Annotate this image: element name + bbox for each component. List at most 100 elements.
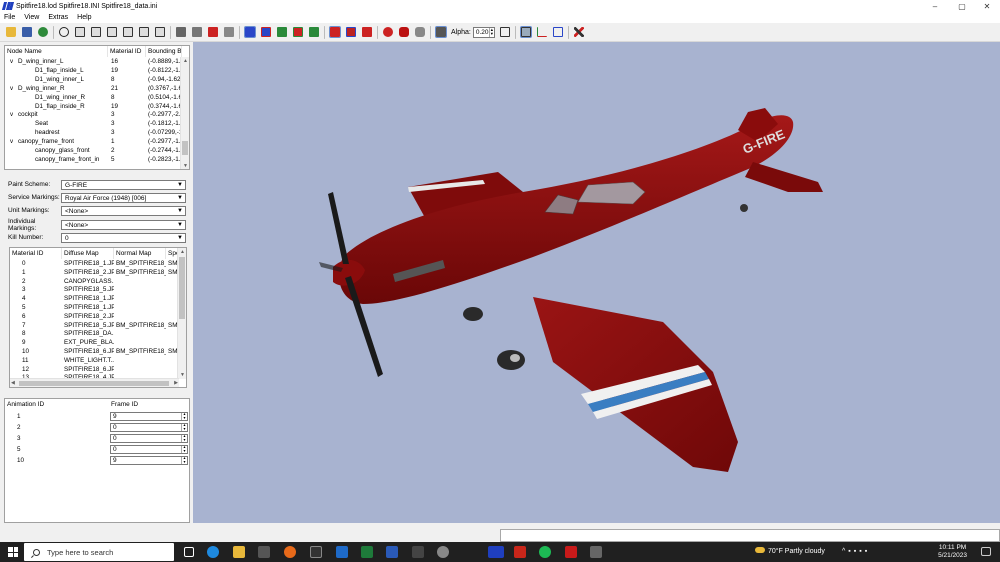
plane-red-icon[interactable] (382, 26, 394, 38)
material-row[interactable]: 8 SPITFIRE18_DA... (10, 329, 179, 338)
individual-markings-select[interactable]: <None> ▼ (61, 219, 186, 230)
acrobat-icon[interactable] (514, 546, 526, 558)
col-material-id[interactable]: Material ID (10, 248, 62, 259)
render-green-red-icon[interactable] (292, 26, 304, 38)
task-view-icon[interactable] (184, 547, 194, 557)
col-material-id[interactable]: Material ID (108, 46, 146, 57)
shade-gray2-icon[interactable] (191, 26, 203, 38)
expand-chevron-icon[interactable]: v (10, 110, 13, 119)
spinner-arrows-icon[interactable]: ▲ ▼ (181, 456, 187, 464)
tree-row[interactable]: v canopy_frame_front 1 (-0.2977,-1.1 (5, 137, 182, 146)
view-right-icon[interactable] (122, 26, 134, 38)
materials-list[interactable]: Material ID Diffuse Map Normal Map Spe 0… (9, 247, 187, 388)
taskbar-search[interactable]: Type here to search (24, 543, 174, 561)
material-row[interactable]: 11 WHITE_LIGHT.T... (10, 356, 179, 365)
grid-icon[interactable] (519, 26, 532, 38)
frame-id-input[interactable]: 0 ▲ ▼ (110, 434, 188, 443)
app-icon-small[interactable] (590, 546, 602, 558)
mcafee-icon[interactable] (565, 546, 577, 558)
textured-cube-icon[interactable] (329, 26, 341, 38)
tree-row[interactable]: v D_wing_inner_L 16 (-0.8889,-1.6 (5, 57, 182, 66)
service-markings-select[interactable]: Royal Air Force (1948) [006] ▼ (61, 192, 186, 203)
spinner-arrows-icon[interactable]: ▲ ▼ (181, 423, 187, 431)
pen-icon[interactable]: ▪ (865, 548, 870, 555)
material-row[interactable]: 3 SPITFIRE18_5.JPG (10, 285, 179, 294)
menu-file[interactable]: File (4, 14, 15, 21)
texture-icon[interactable] (37, 26, 49, 38)
frame-id-input[interactable]: 0 ▲ ▼ (110, 423, 188, 432)
calculator-icon[interactable] (412, 546, 424, 558)
col-normal-map[interactable]: Normal Map (114, 248, 166, 259)
close-button[interactable]: ✕ (974, 0, 1000, 12)
view-bottom-icon[interactable] (154, 26, 166, 38)
dark-cube-icon[interactable] (435, 26, 447, 38)
shade-gray3-icon[interactable] (223, 26, 235, 38)
material-row[interactable]: 10SPITFIRE18_6.JPGBM_SPITFIRE18_...SM (10, 347, 179, 356)
plane-gray-icon[interactable] (414, 26, 426, 38)
render-blue2-icon[interactable] (260, 26, 272, 38)
col-bounding-box[interactable]: Bounding Bo (146, 46, 182, 57)
material-row[interactable]: 7SPITFIRE18_5.JPGBM_SPITFIRE18_...SM (10, 321, 179, 330)
col-diffuse-map[interactable]: Diffuse Map (62, 248, 114, 259)
tree-row[interactable]: D1_wing_inner_R 8 (0.5104,-1.62 (5, 93, 182, 102)
paint-scheme-select[interactable]: G-FIRE ▼ (61, 179, 186, 190)
material-row[interactable]: 5 SPITFIRE18_1.JPG (10, 303, 179, 312)
materials-hscrollbar[interactable]: ◀ ▶ (10, 378, 179, 387)
open-folder-icon[interactable] (5, 26, 17, 38)
word-icon[interactable] (386, 546, 398, 558)
material-row[interactable]: 4 SPITFIRE18_1.JPG (10, 294, 179, 303)
system-tray[interactable]: ^▪▪▪▪ (842, 542, 870, 562)
minimize-button[interactable]: – (922, 0, 948, 12)
frame-id-input[interactable]: 9 ▲ ▼ (110, 456, 188, 465)
clock[interactable]: 10:11 PM 5/21/2023 (938, 544, 967, 560)
frame-id-input[interactable]: 9 ▲ ▼ (110, 412, 188, 421)
animation-list[interactable]: Animation ID Frame ID 1 9 ▲ ▼ 2 0 ▲ ▼ 3 0 ▲ ▼ 5 0 ▲ ▼ 10… (4, 398, 190, 523)
material-row[interactable]: 2 CANOPYGLASS.... (10, 277, 179, 286)
materials-scrollbar[interactable]: ▲ ▼ (177, 248, 186, 379)
tree-row[interactable]: D1_flap_inside_R 19 (0.3744,-1.62 (5, 102, 182, 111)
lod-viewer-icon[interactable] (488, 546, 504, 558)
spinner-arrows-icon[interactable]: ▲ ▼ (181, 412, 187, 420)
bounding-box-icon[interactable] (499, 26, 511, 38)
tree-row[interactable]: canopy_frame_front_in 5 (-0.2823,-1.1 (5, 155, 182, 164)
node-tree-scrollbar[interactable]: ▲ ▼ (180, 57, 189, 169)
render-green2-icon[interactable] (308, 26, 320, 38)
col-node-name[interactable]: Node Name (5, 46, 108, 57)
alpha-input[interactable]: 0.20 ▲ ▼ (472, 26, 495, 38)
normals-icon[interactable] (552, 26, 564, 38)
notifications-icon[interactable] (981, 547, 991, 556)
menu-view[interactable]: View (24, 14, 39, 21)
shade-red-icon[interactable] (207, 26, 219, 38)
firefox-icon[interactable] (284, 546, 296, 558)
frame-id-input[interactable]: 0 ▲ ▼ (110, 445, 188, 454)
tree-row[interactable]: v cockpit 3 (-0.2977,-2.0 (5, 110, 182, 119)
wire-cube-icon[interactable] (345, 26, 357, 38)
view-front-icon[interactable] (74, 26, 86, 38)
tree-row[interactable]: v D_wing_inner_R 21 (0.3767,-1.62 (5, 84, 182, 93)
notion-icon[interactable] (310, 546, 322, 558)
menu-help[interactable]: Help (77, 14, 91, 21)
material-row[interactable]: 9 EXT_PURE_BLA... (10, 338, 179, 347)
tree-row[interactable]: Seat 3 (-0.1812,-1.6 (5, 119, 182, 128)
material-row[interactable]: 0SPITFIRE18_1.JPGBM_SPITFIRE18_...SM (10, 259, 179, 268)
save-icon[interactable] (21, 26, 33, 38)
expand-chevron-icon[interactable]: v (10, 57, 13, 66)
tree-row[interactable]: D1_wing_inner_L 8 (-0.94,-1.62,- (5, 75, 182, 84)
store-icon[interactable] (258, 546, 270, 558)
tools-icon[interactable] (573, 26, 585, 38)
view-back-icon[interactable] (90, 26, 102, 38)
render-green-icon[interactable] (276, 26, 288, 38)
material-row[interactable]: 12 SPITFIRE18_6.JPG (10, 365, 179, 374)
render-blue-icon[interactable] (244, 26, 256, 38)
expand-chevron-icon[interactable]: v (10, 84, 13, 93)
node-tree[interactable]: Node Name Material ID Bounding Bo v D_win… (4, 45, 190, 170)
mail-icon[interactable] (336, 546, 348, 558)
excel-icon[interactable] (361, 546, 373, 558)
material-row[interactable]: 6 SPITFIRE18_2.JPG (10, 312, 179, 321)
tree-row[interactable]: D1_flap_inside_L 19 (-0.8122,-1.6 (5, 66, 182, 75)
file-explorer-icon[interactable] (233, 546, 245, 558)
plane-red2-icon[interactable] (398, 26, 410, 38)
material-row[interactable]: 1SPITFIRE18_2.JPGBM_SPITFIRE18_...SM (10, 268, 179, 277)
kill-number-select[interactable]: 0 ▼ (61, 232, 186, 243)
app-icon-gray[interactable] (437, 546, 449, 558)
